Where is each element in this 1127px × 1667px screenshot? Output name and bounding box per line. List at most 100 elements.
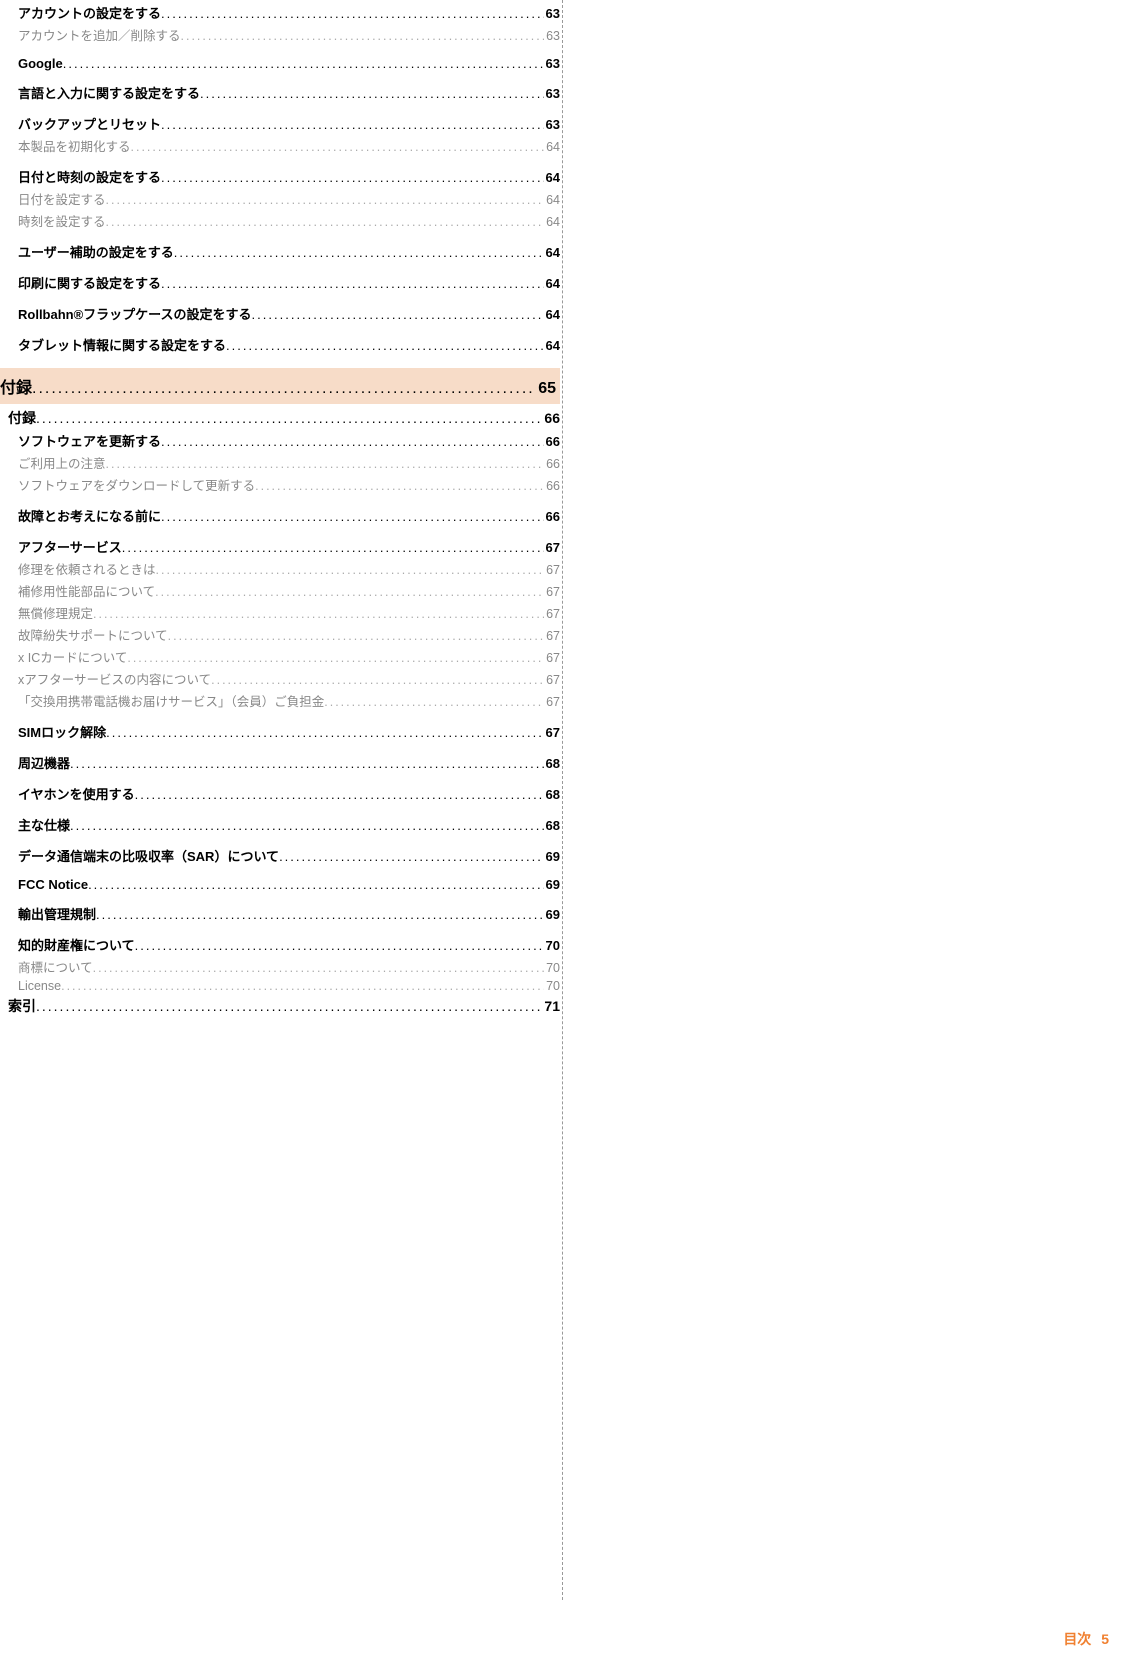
toc-entry[interactable]: 日付を設定する.................................…	[18, 189, 560, 208]
toc-entry-label: 無償修理規定	[18, 603, 93, 622]
toc-leader-dots: ........................................…	[156, 563, 545, 577]
toc-entry-label: License	[18, 979, 61, 993]
toc-entry-label: タブレット情報に関する設定をする	[18, 335, 226, 354]
toc-entry[interactable]: タブレット情報に関する設定をする........................…	[18, 335, 560, 354]
toc-spacer	[0, 105, 560, 111]
toc-entry-label: アフターサービス	[18, 537, 122, 556]
toc-entry-label: 故障とお考えになる前に	[18, 506, 161, 525]
toc-entry-label: 日付と時刻の設定をする	[18, 167, 161, 186]
toc-entry[interactable]: ソフトウェアを更新する.............................…	[18, 431, 560, 450]
toc-entry-label: Google	[18, 56, 63, 71]
toc-entry[interactable]: 日付と時刻の設定をする.............................…	[18, 167, 560, 186]
toc-entry-page: 66	[542, 410, 560, 426]
toc-entry[interactable]: 索引......................................…	[8, 996, 560, 1016]
toc-leader-dots: ........................................…	[161, 117, 544, 132]
toc-entry-page: 64	[544, 276, 560, 291]
toc-spacer	[0, 744, 560, 750]
toc-spacer	[0, 775, 560, 781]
toc-leader-dots: ........................................…	[135, 787, 544, 802]
toc-entry[interactable]: 知的財産権について...............................…	[18, 935, 560, 954]
toc-entry[interactable]: 主な仕様....................................…	[18, 815, 560, 834]
toc-entry-label: 「交換用携帯電話機お届けサービス」（会員）ご負担金	[18, 691, 324, 710]
toc-entry-page: 70	[544, 938, 560, 953]
toc-entry[interactable]: License.................................…	[18, 979, 560, 993]
toc-entry[interactable]: 輸出管理規制..................................…	[18, 904, 560, 923]
toc-entry-page: 66	[544, 509, 560, 524]
toc-spacer	[0, 295, 560, 301]
toc-entry[interactable]: 補修用性能部品について.............................…	[18, 581, 560, 600]
toc-entry[interactable]: ご利用上の注意.................................…	[18, 453, 560, 472]
toc-entry[interactable]: ユーザー補助の設定をする............................…	[18, 242, 560, 261]
toc-entry-label: アカウントの設定をする	[18, 3, 161, 22]
toc-entry[interactable]: アフターサービス................................…	[18, 537, 560, 556]
toc-leader-dots: ........................................…	[168, 629, 544, 643]
toc-entry[interactable]: ソフトウェアをダウンロードして更新する.....................…	[18, 475, 560, 494]
toc-entry-page: 64	[544, 307, 560, 322]
toc-entry-page: 67	[544, 607, 560, 621]
toc-leader-dots: ........................................…	[61, 979, 544, 993]
toc-entry[interactable]: アカウントを追加／削除する...........................…	[18, 25, 560, 44]
toc-entry[interactable]: 故障紛失サポートについて............................…	[18, 625, 560, 644]
toc-entry[interactable]: xアフターサービスの内容について........................…	[18, 669, 560, 688]
toc-entry[interactable]: イヤホンを使用する...............................…	[18, 784, 560, 803]
toc-leader-dots: ........................................…	[131, 140, 545, 154]
toc-entry-page: 64	[544, 140, 560, 154]
toc-entry[interactable]: 故障とお考えになる前に.............................…	[18, 506, 560, 525]
toc-entry[interactable]: 商標について..................................…	[18, 957, 560, 976]
toc-spacer	[0, 233, 560, 239]
toc-entry-label: 時刻を設定する	[18, 211, 106, 230]
toc-entry-label: 主な仕様	[18, 815, 70, 834]
toc-entry[interactable]: 印刷に関する設定をする.............................…	[18, 273, 560, 292]
toc-spacer	[0, 158, 560, 164]
toc-leader-dots: ........................................…	[36, 410, 542, 426]
toc-entry[interactable]: 修理を依頼されるときは.............................…	[18, 559, 560, 578]
toc-entry-label: 付録	[0, 374, 32, 398]
toc-entry[interactable]: SIMロック解除................................…	[18, 722, 560, 741]
footer-label: 目次	[1063, 1631, 1091, 1647]
toc-spacer	[0, 326, 560, 332]
toc-entry[interactable]: 言語と入力に関する設定をする..........................…	[18, 83, 560, 102]
toc-entry-label: データ通信端末の比吸収率（SAR）について	[18, 846, 279, 865]
toc-entry-page: 63	[544, 29, 560, 43]
toc-entry-label: SIMロック解除	[18, 722, 106, 741]
toc-entry[interactable]: アカウントの設定をする.............................…	[18, 3, 560, 22]
toc-spacer	[0, 926, 560, 932]
toc-entry-label: 商標について	[18, 957, 93, 976]
toc-entry-label: アカウントを追加／削除する	[18, 25, 181, 44]
toc-entry-page: 64	[544, 245, 560, 260]
toc-entry-label: 輸出管理規制	[18, 904, 96, 923]
toc-entry-page: 63	[544, 56, 560, 71]
toc-leader-dots: ........................................…	[279, 849, 543, 864]
toc-leader-dots: ........................................…	[106, 215, 545, 229]
toc-entry-page: 67	[544, 540, 560, 555]
toc-entry[interactable]: 本製品を初期化する...............................…	[18, 136, 560, 155]
toc-entry[interactable]: FCC Notice..............................…	[18, 877, 560, 892]
toc-leader-dots: ........................................…	[70, 818, 544, 833]
toc-entry-page: 68	[544, 756, 560, 771]
toc-entry[interactable]: 周辺機器....................................…	[18, 753, 560, 772]
toc-entry-label: ユーザー補助の設定をする	[18, 242, 174, 261]
toc-leader-dots: ........................................…	[32, 380, 536, 398]
toc-spacer	[0, 713, 560, 719]
toc-entry[interactable]: バックアップとリセット.............................…	[18, 114, 560, 133]
toc-entry[interactable]: 「交換用携帯電話機お届けサービス」（会員）ご負担金...............…	[18, 691, 560, 710]
toc-entry-label: 言語と入力に関する設定をする	[18, 83, 200, 102]
toc-entry[interactable]: Google..................................…	[18, 56, 560, 71]
toc-entry-page: 63	[544, 117, 560, 132]
toc-entry-page: 70	[544, 979, 560, 993]
toc-entry-page: 65	[536, 380, 556, 398]
toc-entry[interactable]: Rollbahn®フラップケースの設定をする..................…	[18, 304, 560, 323]
toc-column: アカウントの設定をする.............................…	[0, 0, 560, 1059]
toc-leader-dots: ........................................…	[96, 907, 544, 922]
toc-leader-dots: ........................................…	[181, 29, 545, 43]
toc-leader-dots: ........................................…	[161, 6, 544, 21]
toc-entry[interactable]: 付録......................................…	[8, 408, 560, 428]
toc-entry[interactable]: 付録......................................…	[0, 374, 556, 398]
toc-leader-dots: ........................................…	[252, 307, 544, 322]
toc-entry-page: 68	[544, 818, 560, 833]
toc-entry[interactable]: x ICカードについて.............................…	[18, 647, 560, 666]
toc-leader-dots: ........................................…	[155, 585, 544, 599]
toc-entry[interactable]: 無償修理規定..................................…	[18, 603, 560, 622]
toc-entry[interactable]: データ通信端末の比吸収率（SAR）について...................…	[18, 846, 560, 865]
toc-entry[interactable]: 時刻を設定する.................................…	[18, 211, 560, 230]
